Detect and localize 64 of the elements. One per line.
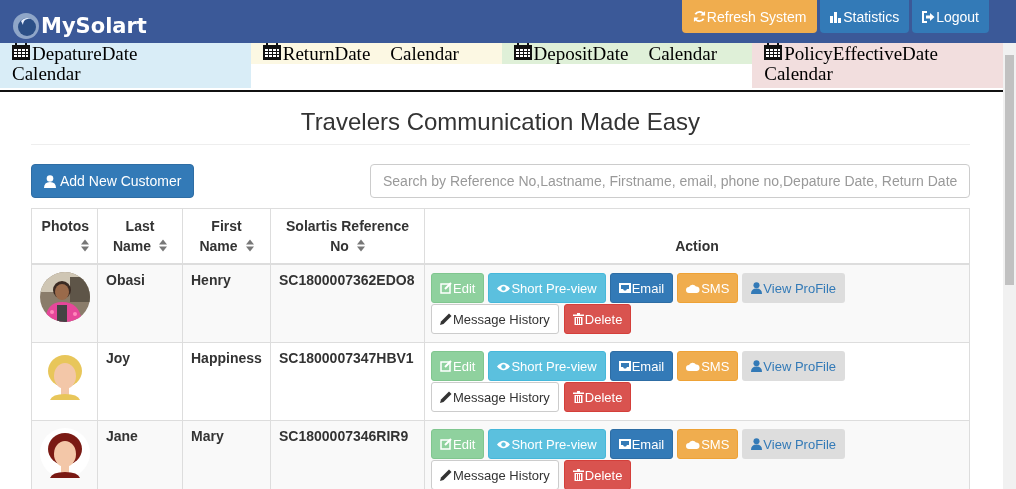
view-profile-button[interactable]: View ProFile bbox=[742, 429, 846, 459]
delete-button[interactable]: Delete bbox=[563, 304, 632, 334]
trash-icon bbox=[572, 313, 584, 325]
calendar-link[interactable]: ReturnDate Calendar bbox=[250, 43, 502, 64]
email-button[interactable]: Email bbox=[609, 273, 674, 303]
inbox-icon bbox=[618, 360, 631, 372]
bar-chart-icon bbox=[830, 10, 843, 23]
sort-icon bbox=[159, 239, 168, 252]
eye-icon bbox=[497, 361, 511, 371]
trash-icon bbox=[572, 469, 584, 481]
message-history-button[interactable]: Message History bbox=[431, 460, 559, 489]
email-button[interactable]: Email bbox=[609, 351, 674, 381]
pencil-icon bbox=[440, 469, 452, 481]
user-icon bbox=[751, 360, 763, 372]
view-profile-button[interactable]: View ProFile bbox=[742, 351, 846, 381]
calendar-icon bbox=[12, 43, 30, 60]
pencil-icon bbox=[440, 313, 452, 325]
email-button[interactable]: Email bbox=[609, 429, 674, 459]
cloud-icon bbox=[686, 361, 701, 371]
scrollbar-thumb[interactable] bbox=[1005, 55, 1014, 285]
edit-icon bbox=[440, 438, 452, 450]
user-icon bbox=[44, 174, 56, 188]
logo-icon bbox=[12, 12, 40, 40]
calendar-icon bbox=[262, 43, 281, 60]
logout-icon bbox=[922, 10, 936, 23]
user-icon bbox=[751, 438, 763, 450]
calendar-icon bbox=[764, 43, 783, 60]
inbox-icon bbox=[618, 282, 631, 294]
table-cell: Mary bbox=[182, 420, 271, 489]
table-cell: SC1800007362EDO8 bbox=[270, 264, 425, 343]
pencil-icon bbox=[440, 391, 452, 403]
message-history-button[interactable]: Message History bbox=[431, 304, 559, 334]
eye-icon bbox=[497, 439, 511, 449]
statistics-button[interactable]: Statistics bbox=[820, 0, 910, 33]
delete-button[interactable]: Delete bbox=[563, 460, 632, 489]
sort-icon bbox=[245, 239, 254, 252]
delete-button[interactable]: Delete bbox=[563, 382, 632, 412]
edit-icon bbox=[440, 360, 452, 372]
sort-icon bbox=[356, 239, 365, 252]
table-cell: SC1800007346RIR9 bbox=[270, 420, 425, 489]
page-title: Travelers Communication Made Easy bbox=[31, 92, 970, 145]
calendar-icon bbox=[513, 43, 532, 60]
inbox-icon bbox=[618, 438, 631, 450]
trash-icon bbox=[572, 391, 584, 403]
add-new-customer-button[interactable]: Add New Customer bbox=[31, 164, 195, 198]
cloud-icon bbox=[686, 439, 701, 449]
user-icon bbox=[751, 282, 763, 294]
eye-icon bbox=[497, 283, 511, 293]
table-cell: Jane bbox=[97, 420, 183, 489]
table-cell: Obasi bbox=[97, 264, 183, 343]
table-cell: Henry bbox=[182, 264, 271, 343]
logout-button[interactable]: Logout bbox=[912, 0, 989, 33]
message-history-button[interactable]: Message History bbox=[431, 382, 559, 412]
search-field[interactable]: Search by Reference No,Lastname, Firstname, email, phone no,Depature Date, Return Date bbox=[370, 164, 970, 198]
scrollbar[interactable] bbox=[1003, 43, 1016, 489]
edit-icon bbox=[440, 282, 452, 294]
calendar-link[interactable]: DepositDate Calendar bbox=[501, 43, 753, 64]
sort-icon bbox=[81, 239, 89, 252]
cloud-icon bbox=[686, 283, 701, 293]
calendar-link[interactable]: DepatureDate Calendar bbox=[0, 43, 251, 88]
refresh-icon bbox=[692, 10, 706, 23]
calendar-link[interactable]: PolicyEffectiveDate Calendar bbox=[752, 43, 1003, 88]
view-profile-button[interactable]: View ProFile bbox=[742, 273, 846, 303]
brand-name: MySolart bbox=[41, 14, 147, 38]
